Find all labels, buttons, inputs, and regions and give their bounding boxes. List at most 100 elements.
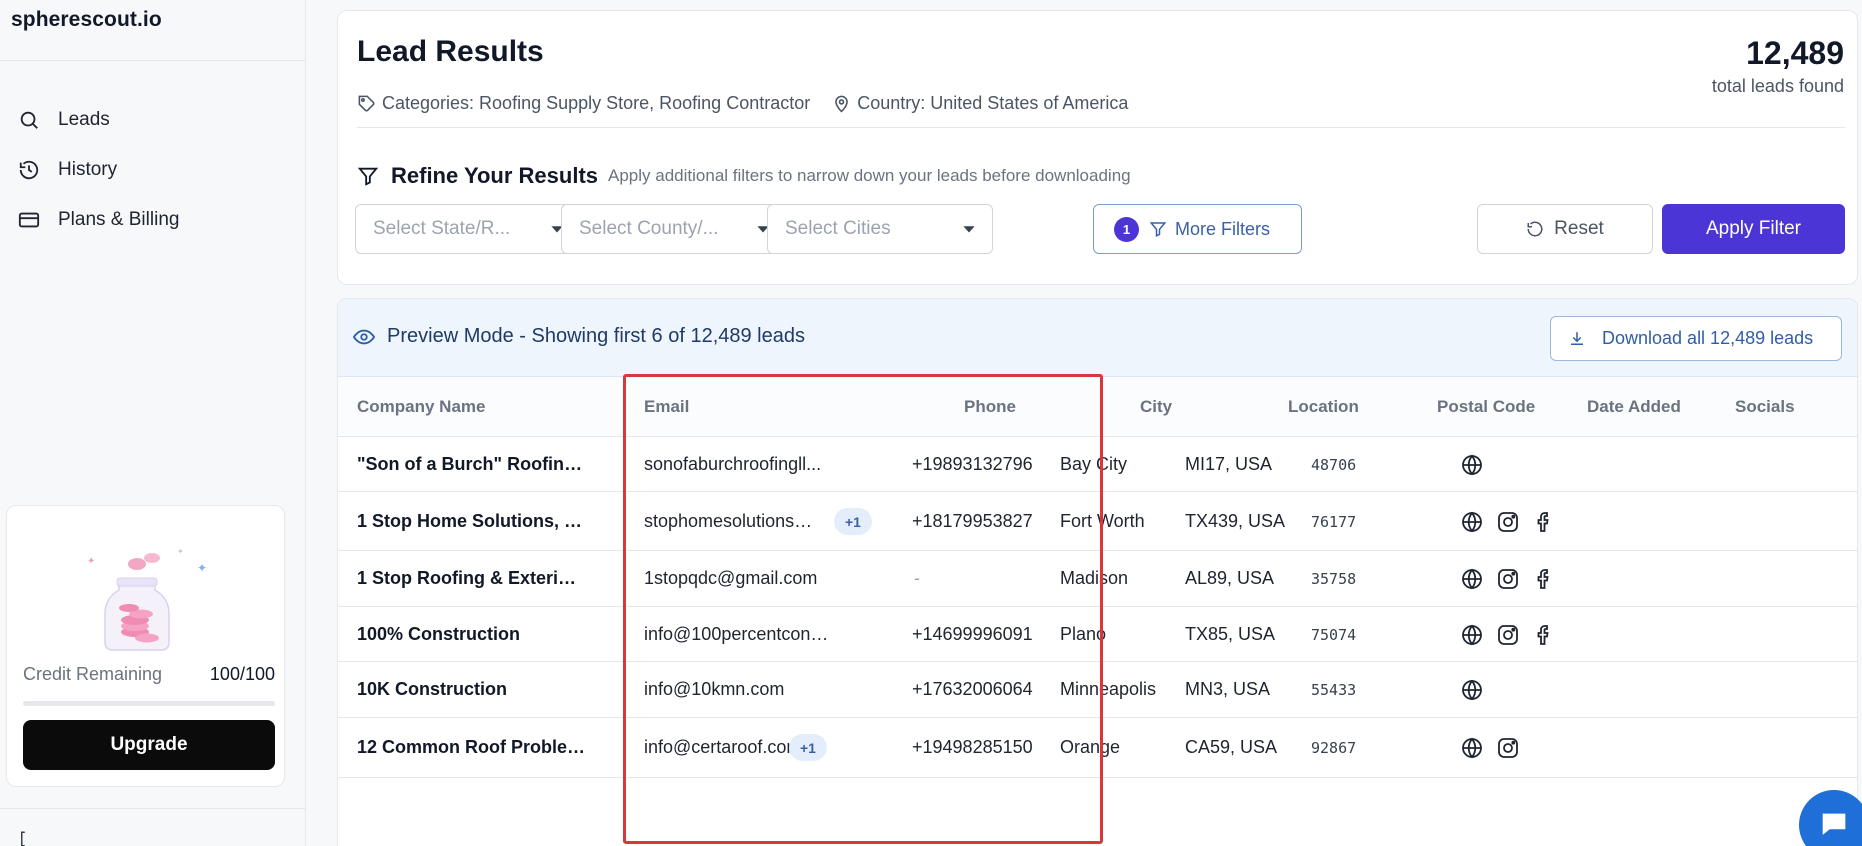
county-select[interactable]: Select County/... [561, 204, 787, 254]
column-header-city[interactable]: City [1140, 397, 1172, 417]
phone-cell[interactable]: +17632006064 [912, 679, 1033, 700]
extra-emails-badge[interactable]: +1 [834, 508, 872, 535]
apply-filter-button[interactable]: Apply Filter [1662, 204, 1845, 254]
location-cell: MN3, USA [1185, 679, 1271, 699]
socials-cell [1460, 510, 1568, 534]
state-select[interactable]: Select State/R... [355, 204, 581, 254]
svg-text:✦: ✦ [87, 556, 95, 567]
table-row[interactable]: "Son of a Burch" Roofing ... sonofaburchr… [338, 437, 1857, 492]
reset-button[interactable]: Reset [1477, 204, 1653, 254]
email-cell[interactable]: sonofaburchroofingll... [644, 454, 821, 475]
refine-header: Refine Your Results Apply additional fil… [357, 163, 1131, 189]
phone-cell[interactable]: +19498285150 [912, 737, 1033, 758]
table-row[interactable]: 100% Construction info@100percentconst...… [338, 607, 1857, 662]
email-cell[interactable]: info@certaroof.com [644, 737, 801, 758]
column-header-date-added[interactable]: Date Added [1587, 397, 1681, 417]
instagram-icon[interactable] [1496, 510, 1520, 534]
table-row[interactable]: 1 Stop Roofing & Exterior... 1stopqdc@gma… [338, 551, 1857, 607]
phone-cell[interactable]: - [914, 568, 920, 589]
country-text: Country: United States of America [857, 93, 1129, 113]
sidebar-item-plans-billing[interactable]: Plans & Billing [0, 195, 306, 245]
column-header-socials[interactable]: Socials [1735, 397, 1795, 417]
sidebar-item-history[interactable]: History [0, 145, 306, 195]
instagram-icon[interactable] [1496, 567, 1520, 591]
total-leads-value: 12,489 [1746, 35, 1844, 71]
city-cell: Madison [1060, 568, 1129, 588]
search-meta: Categories: Roofing Supply Store, Roofin… [357, 93, 1150, 114]
postal-code-cell: 76177 [1311, 513, 1357, 531]
upgrade-button[interactable]: Upgrade [23, 720, 275, 770]
filter-count-badge: 1 [1114, 216, 1139, 242]
coin-jar-illustration: ✦ ✦ ✦ [77, 544, 217, 654]
svg-text:✦: ✦ [177, 547, 184, 556]
credit-label: Credit Remaining [23, 664, 163, 684]
email-cell[interactable]: 1stopqdc@gmail.com [644, 568, 817, 589]
socials-cell [1460, 567, 1568, 591]
city-cell: Minneapolis [1060, 679, 1157, 699]
column-header-company[interactable]: Company Name [357, 397, 485, 417]
location-cell: MI17, USA [1185, 454, 1273, 474]
sidebar-divider [0, 60, 306, 61]
download-all-button[interactable]: Download all 12,489 leads [1550, 316, 1842, 361]
refine-subtitle: Apply additional filters to narrow down … [608, 166, 1131, 185]
caret-down-icon [962, 222, 976, 236]
postal-code-cell: 55433 [1311, 681, 1357, 699]
city-cell: Plano [1060, 624, 1107, 644]
refine-title: Refine Your Results [391, 163, 599, 188]
sidebar-nav: Leads History Plans & Billing [0, 95, 306, 245]
globe-icon[interactable] [1460, 453, 1484, 477]
globe-icon[interactable] [1460, 623, 1484, 647]
credit-remaining-row: Credit Remaining 100/100 [23, 664, 275, 685]
email-cell[interactable]: stophomesolutions@gm... [644, 511, 829, 532]
sidebar-bottom-item[interactable] [18, 830, 98, 846]
table-row[interactable]: 1 Stop Home Solutions, LL... stophomesolu… [338, 492, 1857, 551]
reset-icon [1526, 220, 1554, 238]
preview-mode-text: Preview Mode - Showing first 6 of 12,489… [353, 325, 805, 348]
header-divider [357, 127, 1845, 128]
state-select-placeholder: Select State/R... [373, 218, 511, 239]
globe-icon[interactable] [1460, 678, 1484, 702]
extra-emails-badge[interactable]: +1 [789, 734, 827, 761]
globe-icon[interactable] [1460, 567, 1484, 591]
sidebar-item-leads[interactable]: Leads [0, 95, 306, 145]
globe-icon[interactable] [1460, 510, 1484, 534]
credit-card: ✦ ✦ ✦ Credit Remaining 100/100 Upgrade [6, 505, 285, 787]
preview-mode-label: Preview Mode - Showing first 6 of 12,489… [387, 325, 805, 347]
postal-code-cell: 75074 [1311, 626, 1357, 644]
county-select-placeholder: Select County/... [579, 218, 719, 239]
reset-label: Reset [1554, 218, 1604, 239]
email-cell[interactable]: info@10kmn.com [644, 679, 784, 700]
country-meta: Country: United States of America [832, 93, 1128, 114]
svg-text:✦: ✦ [197, 561, 207, 575]
phone-cell[interactable]: +19893132796 [912, 454, 1033, 475]
column-header-location[interactable]: Location [1288, 397, 1359, 417]
cities-select-placeholder: Select Cities [785, 218, 891, 239]
sidebar-item-label: Plans & Billing [58, 209, 180, 230]
credit-card-icon [16, 207, 42, 233]
globe-icon[interactable] [1460, 736, 1484, 760]
table-row[interactable]: 10K Construction info@10kmn.com +176320060… [338, 662, 1857, 718]
column-header-email[interactable]: Email [644, 397, 689, 417]
city-cell: Bay City [1060, 454, 1128, 474]
instagram-icon[interactable] [1496, 623, 1520, 647]
company-name-cell: 1 Stop Roofing & Exterior... [357, 568, 587, 588]
total-leads-label: total leads found [1711, 76, 1844, 96]
lead-results-card: Lead Results Categories: Roofing Supply … [337, 10, 1858, 285]
leads-table-card: Preview Mode - Showing first 6 of 12,489… [337, 298, 1858, 846]
page-title: Lead Results [357, 35, 544, 68]
brand-logo[interactable]: spherescout.io [11, 8, 162, 32]
city-cell: Fort Worth [1060, 511, 1145, 531]
column-header-phone[interactable]: Phone [964, 397, 1016, 417]
email-cell[interactable]: info@100percentconst... [644, 624, 829, 645]
cities-select[interactable]: Select Cities [767, 204, 993, 254]
phone-cell[interactable]: +18179953827 [912, 511, 1033, 532]
facebook-icon[interactable] [1532, 623, 1556, 647]
instagram-icon[interactable] [1496, 736, 1520, 760]
city-cell: Orange [1060, 737, 1121, 757]
table-row[interactable]: 12 Common Roof Problems info@certaroof.co… [338, 718, 1857, 778]
facebook-icon[interactable] [1532, 510, 1556, 534]
facebook-icon[interactable] [1532, 567, 1556, 591]
more-filters-button[interactable]: 1 More Filters [1093, 204, 1302, 254]
phone-cell[interactable]: +14699996091 [912, 624, 1033, 645]
column-header-postal-code[interactable]: Postal Code [1437, 397, 1535, 417]
